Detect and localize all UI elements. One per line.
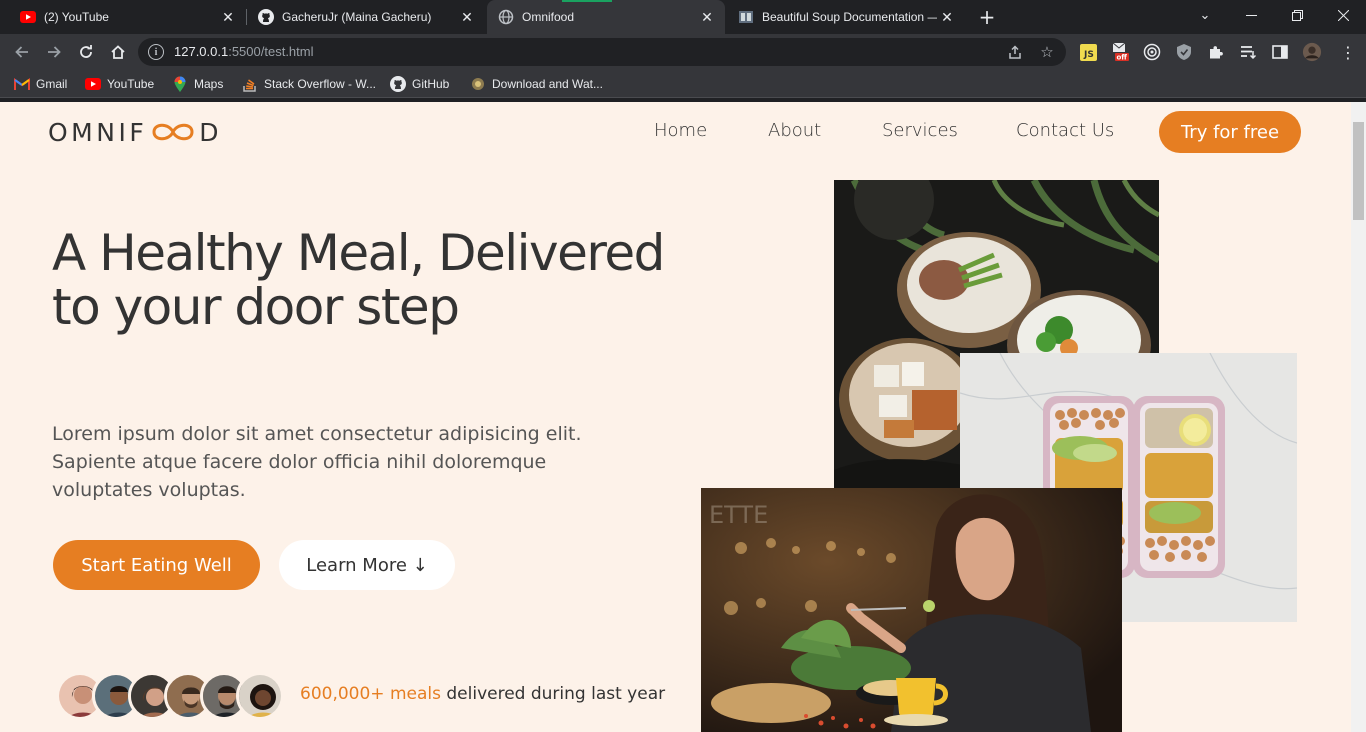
url-text[interactable]: 127.0.0.1:5500/test.html bbox=[174, 44, 314, 59]
tab-title: Omnifood bbox=[522, 10, 575, 24]
nav-about[interactable]: About bbox=[768, 120, 821, 141]
omnifood-logo[interactable]: OMNIF D bbox=[48, 116, 222, 148]
svg-text:ETTE: ETTE bbox=[709, 501, 768, 529]
hero-image-woman-eating: ETTE bbox=[701, 488, 1122, 732]
close-tab-icon[interactable]: ✕ bbox=[937, 7, 957, 27]
bookmark-youtube[interactable]: YouTube bbox=[85, 76, 154, 92]
close-window-icon[interactable] bbox=[1320, 0, 1366, 30]
logo-text-left: OMNIF bbox=[48, 117, 148, 147]
bookmarks-bar: Gmail YouTube Maps Stack Overflow - W...… bbox=[0, 70, 1366, 98]
stackoverflow-icon bbox=[242, 76, 258, 92]
bookmark-maps[interactable]: Maps bbox=[172, 76, 223, 92]
tab-title: Beautiful Soup Documentation — bbox=[762, 10, 937, 24]
svg-text:off: off bbox=[1117, 54, 1128, 62]
tab-beautiful-soup[interactable]: Beautiful Soup Documentation — ✕ bbox=[727, 0, 965, 34]
minimize-icon[interactable] bbox=[1228, 0, 1274, 30]
customer-avatars bbox=[56, 672, 284, 720]
bookmark-star-icon[interactable]: ☆ bbox=[1038, 43, 1056, 61]
new-tab-button[interactable]: + bbox=[976, 5, 998, 29]
nav-home[interactable]: Home bbox=[654, 120, 707, 141]
reading-list-icon[interactable] bbox=[1238, 42, 1258, 62]
close-tab-icon[interactable]: ✕ bbox=[218, 7, 238, 27]
forward-icon[interactable] bbox=[42, 40, 66, 64]
close-tab-icon[interactable]: ✕ bbox=[457, 7, 477, 27]
site-info-icon[interactable]: i bbox=[148, 44, 164, 60]
mail-extension-icon[interactable]: off bbox=[1111, 42, 1131, 62]
infinity-logo-icon bbox=[152, 123, 194, 141]
home-icon[interactable] bbox=[106, 40, 130, 64]
tab-github[interactable]: GacheruJr (Maina Gacheru) ✕ bbox=[247, 0, 485, 34]
download-site-icon bbox=[470, 76, 486, 92]
globe-icon bbox=[498, 9, 514, 25]
hero-description: Lorem ipsum dolor sit amet consectetur a… bbox=[52, 423, 582, 501]
js-extension-icon[interactable]: JS bbox=[1078, 42, 1098, 62]
youtube-icon bbox=[20, 9, 36, 25]
back-icon[interactable] bbox=[10, 40, 34, 64]
bookmark-github[interactable]: GitHub bbox=[390, 76, 449, 92]
scrollbar-thumb[interactable] bbox=[1353, 122, 1364, 220]
kebab-menu-icon[interactable]: ⋮ bbox=[1338, 42, 1358, 62]
restore-icon[interactable] bbox=[1274, 0, 1320, 30]
extensions-puzzle-icon[interactable] bbox=[1206, 42, 1226, 62]
youtube-icon bbox=[85, 76, 101, 92]
avatar bbox=[236, 672, 284, 720]
github-icon bbox=[390, 76, 406, 92]
meals-delivered-text: 600,000+ meals delivered during last yea… bbox=[300, 684, 666, 704]
logo-text-right: D bbox=[199, 117, 222, 147]
tab-title: (2) YouTube bbox=[44, 10, 109, 24]
svg-text:JS: JS bbox=[1083, 50, 1094, 60]
page-scrollbar[interactable] bbox=[1351, 102, 1366, 732]
share-icon[interactable] bbox=[1006, 43, 1024, 61]
shield-extension-icon[interactable] bbox=[1174, 42, 1194, 62]
browser-tab-strip: (2) YouTube ✕ GacheruJr (Maina Gacheru) … bbox=[0, 0, 1366, 34]
hero-title: A Healthy Meal, Delivered to your door s… bbox=[52, 224, 665, 336]
bookmark-stack-overflow[interactable]: Stack Overflow - W... bbox=[242, 76, 376, 92]
gmail-icon bbox=[14, 76, 30, 92]
start-eating-well-button[interactable]: Start Eating Well bbox=[53, 540, 260, 590]
document-icon bbox=[738, 9, 754, 25]
bookmark-download-site[interactable]: Download and Wat... bbox=[470, 76, 603, 92]
bookmark-gmail[interactable]: Gmail bbox=[14, 76, 67, 92]
nav-services[interactable]: Services bbox=[882, 120, 958, 141]
tab-youtube[interactable]: (2) YouTube ✕ bbox=[0, 0, 246, 34]
tab-omnifood[interactable]: Omnifood ✕ bbox=[487, 0, 725, 34]
tab-title: GacheruJr (Maina Gacheru) bbox=[282, 10, 432, 24]
address-bar[interactable]: i 127.0.0.1:5500/test.html ☆ bbox=[138, 38, 1066, 66]
nav-contact-us[interactable]: Contact Us bbox=[1016, 120, 1114, 141]
target-extension-icon[interactable] bbox=[1142, 42, 1162, 62]
side-panel-icon[interactable] bbox=[1270, 42, 1290, 62]
maps-icon bbox=[172, 76, 188, 92]
reload-icon[interactable] bbox=[74, 40, 98, 64]
learn-more-button[interactable]: Learn More ↓ bbox=[279, 540, 455, 590]
page-viewport: OMNIF D Home About Services Contact Us T… bbox=[0, 102, 1366, 732]
tab-search-icon[interactable]: ⌄ bbox=[1182, 0, 1228, 30]
try-for-free-button[interactable]: Try for free bbox=[1159, 111, 1301, 153]
browser-toolbar: i 127.0.0.1:5500/test.html ☆ JS off ⋮ bbox=[0, 34, 1366, 70]
profile-avatar-icon[interactable] bbox=[1302, 42, 1322, 62]
close-tab-icon[interactable]: ✕ bbox=[697, 7, 717, 27]
loading-indicator bbox=[562, 0, 612, 2]
github-icon bbox=[258, 9, 274, 25]
